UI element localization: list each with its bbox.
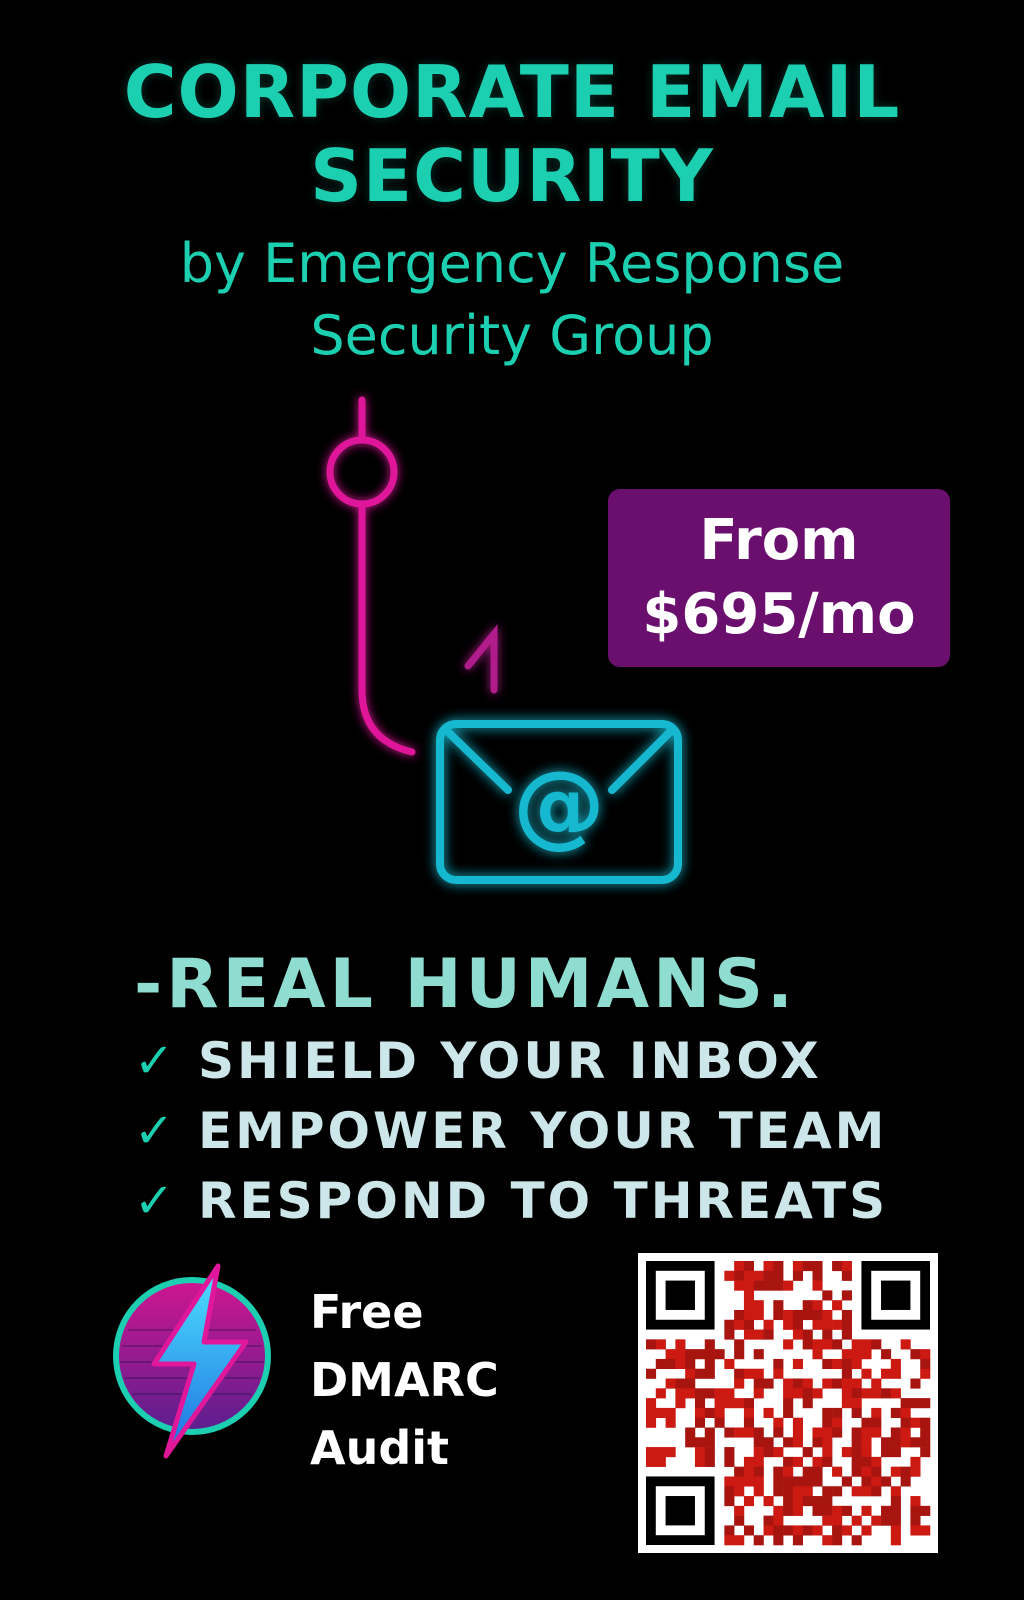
headline: -REAL HUMANS. <box>134 945 797 1024</box>
benefit-label: EMPOWER YOUR TEAM <box>198 1102 888 1160</box>
benefit-item: ✓ RESPOND TO THREATS <box>134 1168 888 1234</box>
benefit-label: RESPOND TO THREATS <box>198 1172 889 1230</box>
benefit-item: ✓ EMPOWER YOUR TEAM <box>134 1098 887 1164</box>
qr-code-graphic <box>646 1261 931 1546</box>
checkmark-icon: ✓ <box>134 1103 178 1159</box>
price-badge: From $695/mo <box>608 489 950 667</box>
benefit-label: SHIELD YOUR INBOX <box>198 1032 822 1090</box>
fishing-hook-icon <box>326 396 498 756</box>
at-sign-icon: @ <box>513 751 605 858</box>
checkmark-icon: ✓ <box>134 1033 178 1089</box>
checkmark-icon: ✓ <box>134 1173 178 1229</box>
page-subtitle: by Emergency Response Security Group <box>179 232 845 367</box>
cta-text: Free DMARC Audit <box>310 1285 499 1475</box>
benefit-item: ✓ SHIELD YOUR INBOX <box>134 1028 822 1094</box>
page-title: CORPORATE EMAIL SECURITY <box>123 50 901 218</box>
lightning-bolt-icon <box>113 1263 271 1459</box>
qr-code-icon[interactable] <box>638 1253 938 1553</box>
